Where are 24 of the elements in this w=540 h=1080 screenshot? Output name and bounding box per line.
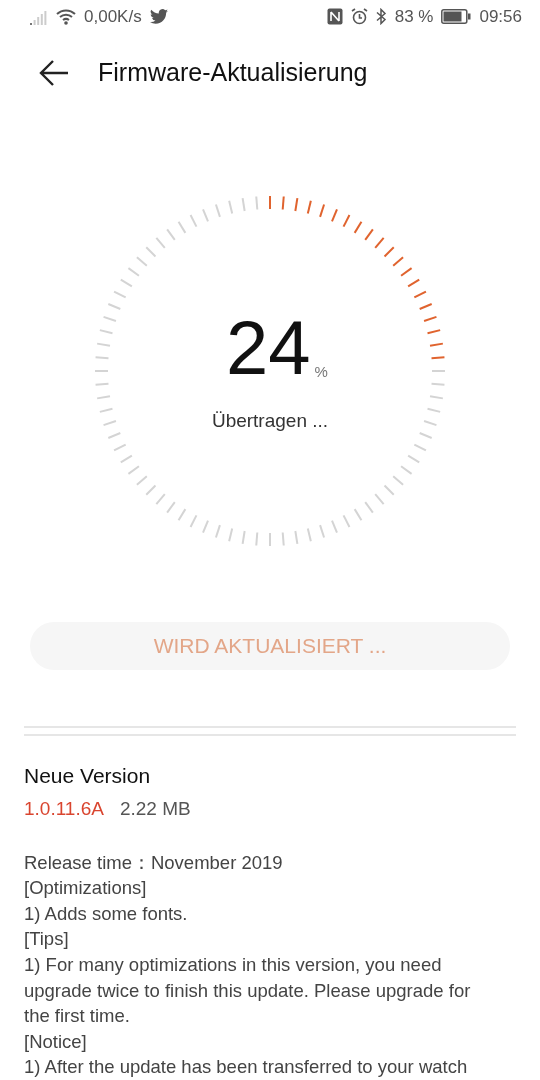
- release-note-line: 1) After the update has been transferred to your watch: [24, 1055, 469, 1080]
- release-note-line: 1) For many optimizations in this version, you need upgrade twice to finish this update. Please upgrade for the first time.: [24, 953, 472, 1029]
- release-note-line: 1) Adds some fonts.: [24, 901, 189, 926]
- alarm-icon: [350, 8, 368, 26]
- release-note-line: Release time：November 2019: [24, 850, 284, 875]
- clock: 09:56: [479, 6, 522, 27]
- release-note-line: [Notice]: [24, 1029, 88, 1054]
- network-speed: 0,00K/s: [84, 6, 142, 27]
- battery-icon: [441, 9, 472, 25]
- version-number: 1.0.11.6A: [24, 797, 104, 820]
- percent-unit: %: [314, 363, 328, 381]
- file-size: 2.22 MB: [119, 797, 191, 820]
- release-note-line: [Optimizations]: [24, 876, 148, 901]
- signal-icon: [30, 8, 48, 25]
- progress-percent: 24: [226, 310, 311, 387]
- wifi-icon: [56, 8, 76, 25]
- transfer-status: Übertragen ...: [211, 410, 329, 433]
- nfc-icon: [326, 8, 343, 26]
- release-note-line: [Tips]: [24, 927, 70, 952]
- section-heading: Neue Version: [24, 763, 152, 788]
- battery-percent: 83 %: [394, 6, 434, 27]
- page-title: Firmware-Aktualisierung: [98, 58, 368, 88]
- bird-icon: [149, 9, 168, 25]
- bluetooth-icon: [375, 8, 387, 26]
